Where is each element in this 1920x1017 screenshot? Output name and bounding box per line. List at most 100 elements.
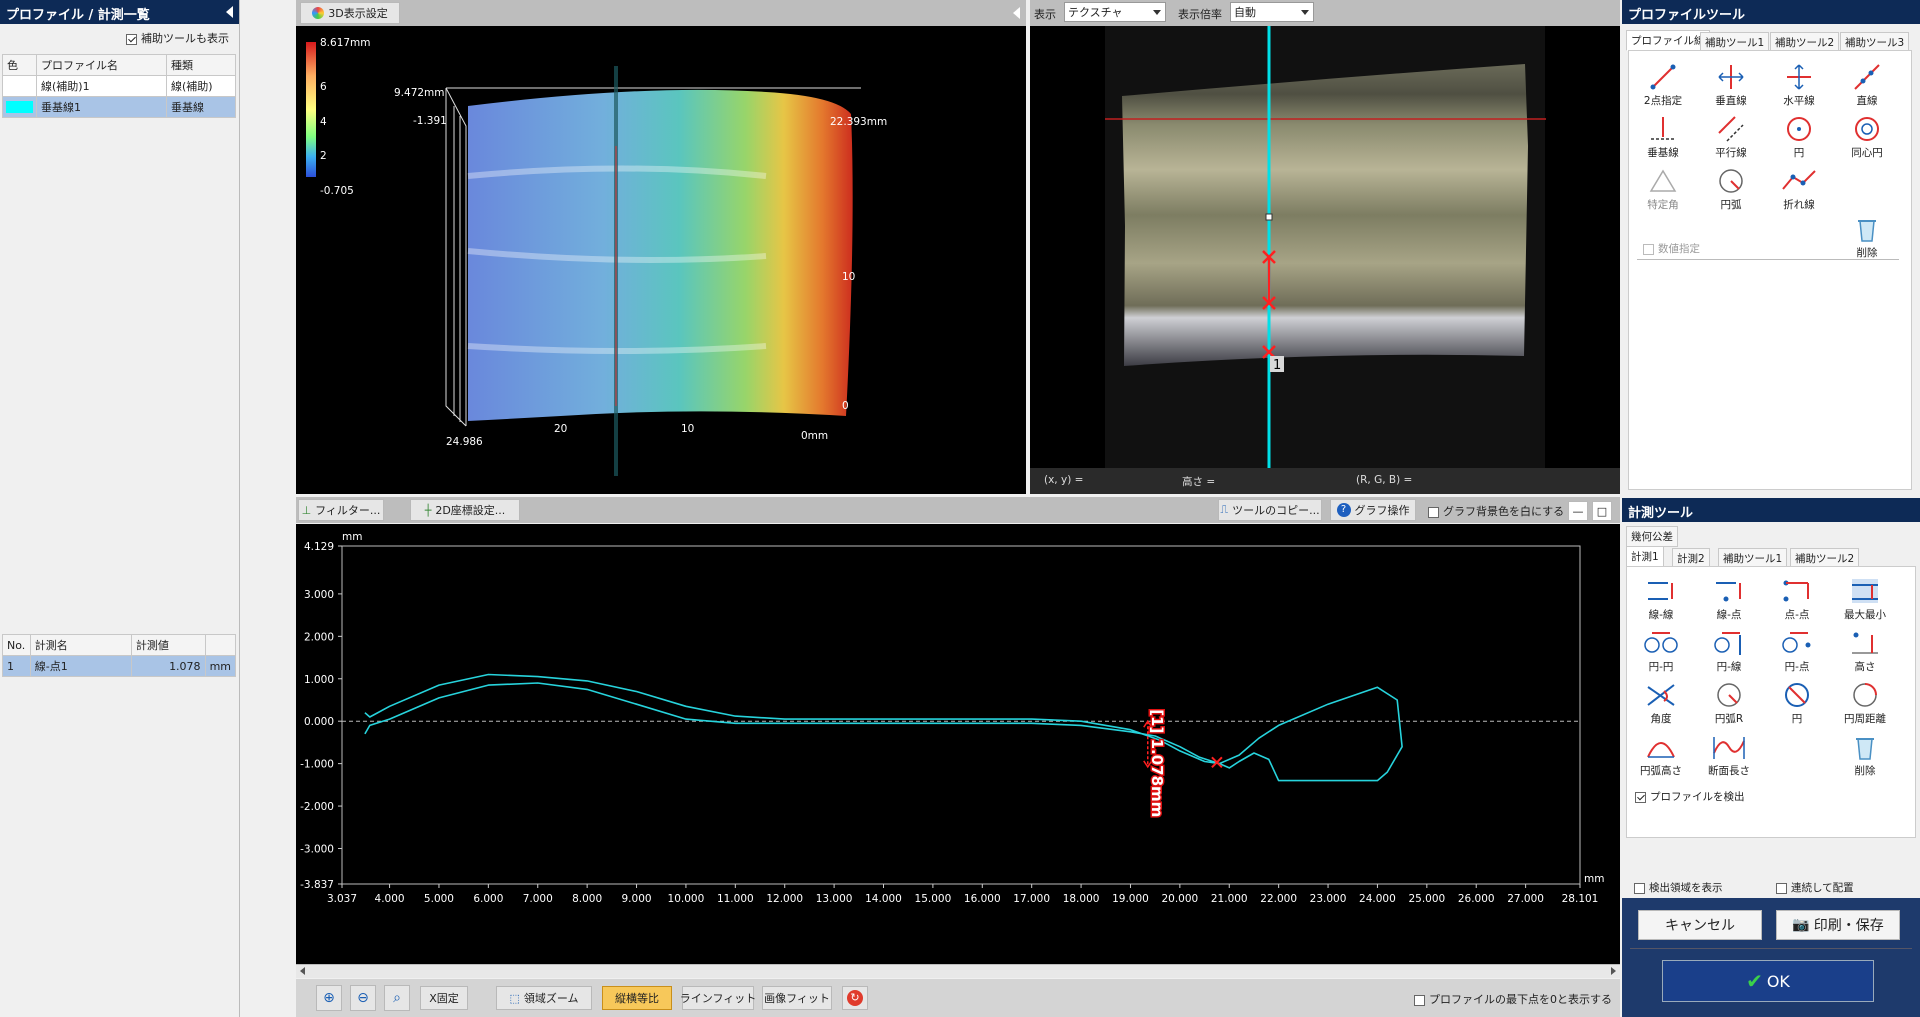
angle-tool[interactable]: 角度: [1627, 681, 1695, 726]
print-save-button[interactable]: 📷 印刷・保存: [1776, 910, 1900, 940]
maximize-button[interactable]: □: [1592, 501, 1612, 521]
measure-col-unit: [204, 634, 237, 656]
view3d-canvas[interactable]: 8.617mm 6 4 2 -0.705 9.472mm -1.391 22.3…: [296, 26, 1026, 494]
show-area-checkbox[interactable]: 検出領域を表示: [1634, 880, 1723, 895]
cancel-label: キャンセル: [1665, 918, 1735, 934]
numeric-check-icon[interactable]: [1643, 243, 1654, 255]
profile-chart[interactable]: 4.129 3.000 2.000 1.000 0.000 -1.000 -2.000 -3.…: [296, 524, 1620, 964]
tab-measure-1[interactable]: 計測1: [1626, 546, 1664, 567]
line-point-tool[interactable]: 線-点: [1695, 577, 1763, 622]
view3d-panel[interactable]: 3D表示設定 8.617mm 6 4 2 -0.705 9.472mm -1.3…: [296, 0, 1026, 494]
vertical-line-tool[interactable]: 垂直線: [1697, 63, 1765, 108]
collapse-left-icon[interactable]: [226, 6, 233, 18]
coord-button[interactable]: ┼ 2D座標設定...: [410, 499, 520, 521]
profile-row[interactable]: 垂基線1 垂基線: [2, 96, 236, 118]
max-min-tool[interactable]: 最大最小: [1831, 577, 1899, 622]
tab-geometric-tolerance[interactable]: 幾何公差: [1626, 526, 1678, 547]
arc-tool[interactable]: 円弧: [1697, 167, 1765, 212]
zoom-reset-button[interactable]: ⌕: [384, 985, 410, 1011]
show-area-check-icon[interactable]: [1634, 882, 1645, 894]
circle-line-tool[interactable]: 円-線: [1695, 629, 1763, 674]
x-tick-label: 14.000: [865, 893, 902, 905]
x-fix-button[interactable]: X固定: [420, 986, 468, 1010]
coord-label: 2D座標設定...: [435, 504, 506, 517]
x-tick-label: 15.000: [915, 893, 952, 905]
aspect-button[interactable]: 縦横等比: [602, 986, 672, 1010]
numeric-checkbox[interactable]: 数値指定: [1643, 241, 1700, 256]
view2d-status: (x, y) = 高さ = (R, G, B) =: [1030, 468, 1620, 494]
view2d-panel[interactable]: 表示 テクスチャ 表示倍率 自動 1 (x, y) = 高さ = (R, G, …: [1030, 0, 1620, 494]
arc-height-tool[interactable]: 円弧高さ: [1627, 733, 1695, 778]
profile-series-line[interactable]: [364, 673, 1403, 782]
max-min-icon: [1852, 579, 1878, 603]
specific-angle-tool[interactable]: 特定角: [1629, 167, 1697, 212]
detect-profile-checkbox[interactable]: プロファイルを検出: [1635, 789, 1745, 804]
minimize-button[interactable]: —: [1568, 501, 1588, 521]
line-line-tool[interactable]: 線-線: [1627, 577, 1695, 622]
arc-r-tool[interactable]: 円弧R: [1695, 681, 1763, 726]
image-fit-button[interactable]: 画像フィット: [762, 986, 832, 1010]
profile-delete-tool[interactable]: 削除: [1833, 215, 1901, 260]
zoom-in-button[interactable]: ⊕: [316, 985, 342, 1011]
two-point-tool[interactable]: 2点指定: [1629, 63, 1697, 108]
3d-label-top: 9.472mm: [394, 87, 445, 99]
measure-delete-tool[interactable]: 削除: [1831, 733, 1899, 778]
filter-button[interactable]: ⊥ フィルター...: [298, 499, 384, 521]
circumference-tool[interactable]: 円周距離: [1831, 681, 1899, 726]
x-tick-label: 28.101: [1562, 893, 1599, 905]
horizontal-line-tool[interactable]: 水平線: [1765, 63, 1833, 108]
coordinate-icon: ┼: [424, 503, 432, 517]
profile-chart-panel[interactable]: 4.129 3.000 2.000 1.000 0.000 -1.000 -2.000 -3.…: [296, 524, 1620, 964]
polyline-tool[interactable]: 折れ線: [1765, 167, 1833, 212]
measure-row[interactable]: 1 線-点1 1.078 mm: [2, 655, 237, 677]
display-select[interactable]: テクスチャ: [1064, 2, 1166, 22]
trash-icon: [1856, 738, 1874, 760]
straight-line-tool[interactable]: 直線: [1833, 63, 1901, 108]
height-tool[interactable]: 高さ: [1831, 629, 1899, 674]
show-aux-check-icon[interactable]: [126, 33, 137, 45]
display-label: 表示: [1034, 8, 1056, 21]
white-bg-check-icon[interactable]: [1428, 506, 1439, 518]
zoom-select[interactable]: 自動: [1230, 2, 1314, 22]
chart-scrollbar[interactable]: [296, 964, 1620, 978]
concentric-tool[interactable]: 同心円: [1833, 115, 1901, 160]
texture-image[interactable]: 1: [1030, 26, 1620, 468]
graph-toolbar: ⊥ フィルター... ┼ 2D座標設定... ⎍ ツールのコピー... ? グラフ操作 …: [296, 497, 1620, 523]
circle-tool[interactable]: 円: [1765, 115, 1833, 160]
profile-row[interactable]: 線(補助)1 線(補助): [2, 75, 236, 97]
zoom-out-button[interactable]: ⊖: [350, 985, 376, 1011]
section-length-tool[interactable]: 断面長さ: [1695, 733, 1763, 778]
3d-label-x20: 20: [554, 423, 567, 435]
min-zero-check-icon[interactable]: [1414, 994, 1425, 1006]
continuous-checkbox[interactable]: 連続して配置: [1776, 880, 1854, 895]
collapse-3d-icon[interactable]: [1013, 7, 1020, 19]
area-zoom-button[interactable]: ⬚ 領域ズーム: [496, 986, 592, 1010]
tool-label: 最大最小: [1844, 609, 1886, 621]
zoom-in-icon: ⊕: [323, 990, 335, 1006]
scroll-left-arrow[interactable]: [300, 967, 305, 975]
3d-settings-button[interactable]: 3D表示設定: [300, 2, 400, 24]
parallel-line-tool[interactable]: 平行線: [1697, 115, 1765, 160]
detect-profile-check-icon[interactable]: [1635, 791, 1646, 803]
continuous-check-icon[interactable]: [1776, 882, 1787, 894]
ok-button[interactable]: ✔ OK: [1662, 960, 1874, 1002]
circle-measure-tool[interactable]: 円: [1763, 681, 1831, 726]
tab-profile-line[interactable]: プロファイル線: [1626, 30, 1710, 51]
refresh-button[interactable]: ↻: [842, 986, 868, 1010]
scroll-right-arrow[interactable]: [1611, 967, 1616, 975]
min-zero-checkbox[interactable]: プロファイルの最下点を0と表示する: [1414, 991, 1612, 1007]
camera-icon: 📷: [1792, 917, 1810, 933]
show-aux-checkbox[interactable]: 補助ツールも表示: [126, 30, 229, 46]
copy-tool-button[interactable]: ⎍ ツールのコピー...: [1218, 499, 1322, 521]
left-panel-title: プロファイル / 計測一覧: [6, 8, 150, 23]
profile-col-name: プロファイル名: [36, 54, 167, 76]
graph-op-button[interactable]: ? グラフ操作: [1330, 499, 1416, 521]
cancel-button[interactable]: キャンセル: [1638, 910, 1762, 940]
perp-base-tool[interactable]: 垂基線: [1629, 115, 1697, 160]
circle-point-tool[interactable]: 円-点: [1763, 629, 1831, 674]
point-point-tool[interactable]: 点-点: [1763, 577, 1831, 622]
x-tick-label: 4.000: [375, 893, 405, 905]
circle-circle-tool[interactable]: 円-円: [1627, 629, 1695, 674]
line-fit-button[interactable]: ラインフィット: [680, 986, 756, 1010]
white-bg-checkbox[interactable]: グラフ背景色を白にする: [1428, 503, 1564, 519]
